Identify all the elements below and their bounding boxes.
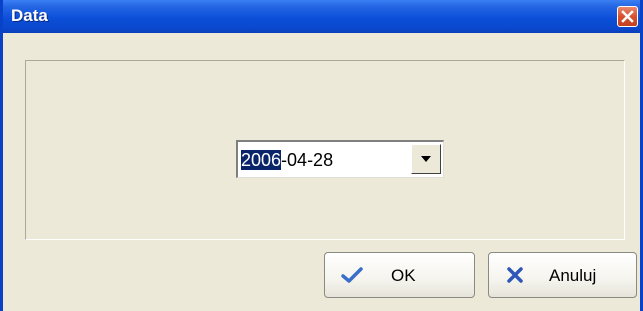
chevron-down-icon — [421, 156, 431, 162]
date-picker[interactable]: 2006-04-28 — [236, 140, 444, 178]
cancel-button-label: Anuluj — [549, 266, 597, 285]
title-bar[interactable]: Data — [3, 0, 640, 33]
ok-button[interactable]: OK — [324, 252, 475, 298]
date-dropdown-button[interactable] — [411, 144, 441, 174]
close-icon — [621, 10, 634, 23]
cancel-button[interactable]: Anuluj — [488, 252, 637, 298]
date-year-selected: 2006 — [241, 150, 282, 170]
date-month-day: -04-28 — [281, 150, 334, 170]
dialog-window: Data 2006-04-28 OK Anuluj — [0, 0, 643, 311]
ok-button-label: OK — [391, 266, 416, 285]
x-icon — [507, 267, 523, 283]
checkmark-icon — [341, 267, 363, 283]
date-value[interactable]: 2006-04-28 — [241, 150, 333, 170]
window-title: Data — [11, 6, 48, 25]
close-button[interactable] — [617, 6, 638, 27]
